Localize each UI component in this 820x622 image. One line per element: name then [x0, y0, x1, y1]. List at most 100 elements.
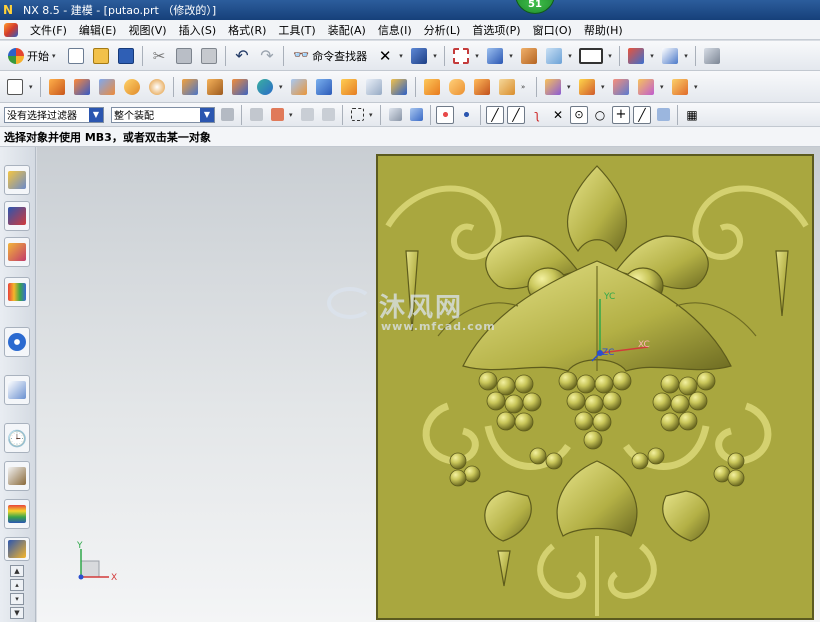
cylinder-button[interactable]	[121, 76, 143, 98]
paste-button[interactable]	[198, 45, 220, 67]
general-select-filter-button[interactable]	[218, 106, 236, 124]
offset-face-button[interactable]	[388, 76, 410, 98]
datum-plane-button[interactable]	[179, 76, 201, 98]
shell-button[interactable]	[338, 76, 360, 98]
dropdown-icon[interactable]: ▾	[684, 52, 690, 60]
layer-settings-button[interactable]	[701, 45, 723, 67]
edge-blend-button[interactable]	[288, 76, 310, 98]
assembly-navigator-tab[interactable]	[4, 165, 30, 195]
trim-sheet-button[interactable]	[610, 76, 632, 98]
scroll-up-button[interactable]: ▴	[10, 579, 24, 591]
grid-button[interactable]: ▦	[683, 106, 701, 124]
process-studio-tab[interactable]	[4, 461, 30, 491]
select-body-button[interactable]	[386, 106, 404, 124]
save-button[interactable]	[115, 45, 137, 67]
menu-insert[interactable]: 插入(S)	[173, 22, 223, 38]
move-component-button[interactable]	[625, 45, 647, 67]
draft-button[interactable]	[363, 76, 385, 98]
sphere-button[interactable]	[146, 76, 168, 98]
menu-preferences[interactable]: 首选项(P)	[466, 22, 526, 38]
ruled-surface-button[interactable]	[471, 76, 493, 98]
snap-mode-button[interactable]	[457, 106, 475, 124]
through-curves-button[interactable]	[421, 76, 443, 98]
menu-help[interactable]: 帮助(H)	[578, 22, 629, 38]
dropdown-icon[interactable]: ▾	[608, 52, 614, 60]
scroll-bottom-button[interactable]: ▼	[10, 607, 24, 619]
select-region-button[interactable]	[319, 106, 337, 124]
web-browser-tab[interactable]	[4, 327, 30, 357]
undo-button[interactable]: ↶	[231, 45, 253, 67]
start-button[interactable]: 开始 ▾	[4, 45, 62, 67]
extend-sheet-button[interactable]	[635, 76, 657, 98]
dropdown-icon[interactable]: ▾	[601, 83, 607, 91]
roles-tab[interactable]	[4, 499, 30, 529]
dropdown-icon[interactable]: ▾	[433, 52, 439, 60]
part-navigator-tab[interactable]	[4, 237, 30, 267]
dropdown-icon[interactable]: ▾	[650, 52, 656, 60]
history-tab[interactable]: 🕒	[4, 423, 30, 453]
constraint-navigator-tab[interactable]	[4, 201, 30, 231]
sync-modeling-button[interactable]	[669, 76, 691, 98]
dropdown-icon[interactable]: ▾	[399, 52, 405, 60]
select-face-button[interactable]	[407, 106, 425, 124]
copy-button[interactable]	[173, 45, 195, 67]
intersection-point-button[interactable]: ✕	[549, 106, 567, 124]
chamfer-button[interactable]	[313, 76, 335, 98]
block-button[interactable]	[96, 76, 118, 98]
app-menu-icon[interactable]	[4, 22, 18, 37]
mid-point-button[interactable]: ╱	[507, 105, 525, 124]
command-finder-button[interactable]: 👓 命令查找器	[289, 45, 371, 67]
selection-options-button[interactable]: ✕	[374, 45, 396, 67]
thicken-button[interactable]	[576, 76, 598, 98]
menu-tools[interactable]: 工具(T)	[272, 22, 321, 38]
graphics-window[interactable]: YC XC ZC 沐风网 www.mfcad.com Y X	[37, 147, 820, 622]
dropdown-icon[interactable]: ▾	[509, 52, 515, 60]
scroll-down-button[interactable]: ▾	[10, 593, 24, 605]
type-filter-select[interactable]: 没有选择过滤器 ▼	[4, 106, 104, 123]
studio-surface-button[interactable]	[496, 76, 518, 98]
feature-select-button[interactable]	[247, 106, 265, 124]
background-button[interactable]	[577, 45, 605, 67]
grape-relief-model[interactable]: YC XC ZC	[376, 154, 814, 620]
rectangle-select-button[interactable]	[348, 106, 366, 124]
wcs-axes[interactable]	[588, 291, 668, 366]
scroll-top-button[interactable]: ▲	[10, 565, 24, 577]
trim-body-button[interactable]	[254, 76, 276, 98]
dropdown-icon[interactable]: ▾	[475, 52, 481, 60]
section-view-button[interactable]	[518, 45, 540, 67]
revolve-button[interactable]	[71, 76, 93, 98]
sew-button[interactable]	[542, 76, 564, 98]
pattern-button[interactable]	[204, 76, 226, 98]
point-on-face-button[interactable]	[654, 106, 672, 124]
menu-information[interactable]: 信息(I)	[372, 22, 418, 38]
sweep-button[interactable]	[446, 76, 468, 98]
dropdown-icon[interactable]: ▾	[567, 83, 573, 91]
more-tools-icon[interactable]: »	[521, 83, 531, 91]
select-intent-button[interactable]	[268, 106, 286, 124]
menu-file[interactable]: 文件(F)	[24, 22, 73, 38]
point-on-curve-button[interactable]: ╱	[633, 105, 651, 124]
new-file-button[interactable]	[65, 45, 87, 67]
fit-view-button[interactable]	[450, 45, 472, 67]
dropdown-icon[interactable]: ▾	[369, 111, 375, 119]
menu-edit[interactable]: 编辑(E)	[73, 22, 123, 38]
dropdown-icon[interactable]: ▾	[660, 83, 666, 91]
dropdown-icon[interactable]: ▾	[694, 83, 700, 91]
render-style-button[interactable]	[543, 45, 565, 67]
menu-assemblies[interactable]: 装配(A)	[322, 22, 372, 38]
open-file-button[interactable]	[90, 45, 112, 67]
dropdown-icon[interactable]: ▾	[568, 52, 574, 60]
snap-point-button[interactable]	[436, 105, 454, 124]
sketch-button[interactable]	[4, 76, 26, 98]
end-point-button[interactable]: ╱	[486, 105, 504, 124]
select-chain-button[interactable]	[298, 106, 316, 124]
orient-view-button[interactable]	[484, 45, 506, 67]
dropdown-icon[interactable]: ▾	[289, 111, 295, 119]
control-point-button[interactable]: ʅ	[528, 106, 546, 124]
redo-button[interactable]: ↷	[256, 45, 278, 67]
menu-analysis[interactable]: 分析(L)	[418, 22, 467, 38]
unite-button[interactable]	[229, 76, 251, 98]
arc-center-button[interactable]: ⊙	[570, 105, 588, 124]
display-mode-button[interactable]	[408, 45, 430, 67]
menu-view[interactable]: 视图(V)	[122, 22, 172, 38]
